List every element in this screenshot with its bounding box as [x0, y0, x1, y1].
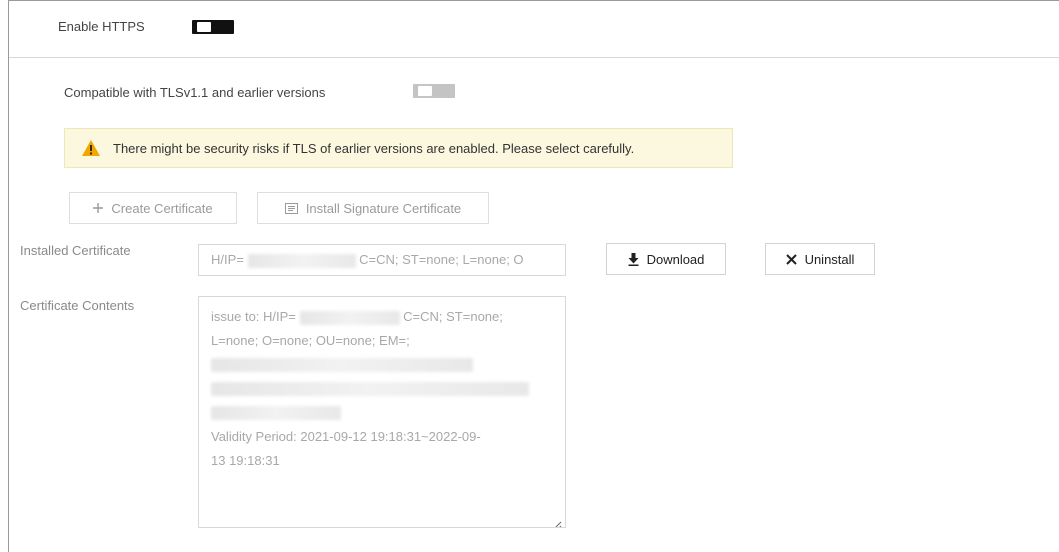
- installed-certificate-prefix: H/IP=: [211, 252, 244, 267]
- certificate-line: L=none; O=none; OU=none; EM=;: [211, 333, 410, 348]
- issue-to-prefix: issue to: H/IP=: [211, 309, 296, 324]
- redacted-ip: [247, 253, 356, 268]
- certificate-icon: [284, 202, 298, 214]
- create-certificate-label: Create Certificate: [111, 200, 213, 216]
- resize-grip-icon[interactable]: [552, 514, 562, 527]
- download-icon: [628, 252, 639, 266]
- redacted-line: [211, 377, 553, 401]
- installed-certificate-field[interactable]: H/IP= C=CN; ST=none; L=none; O: [198, 244, 566, 276]
- issue-to-suffix: C=CN; ST=none;: [403, 309, 503, 324]
- tls-warning-banner: There might be security risks if TLS of …: [64, 128, 733, 168]
- download-button[interactable]: Download: [606, 243, 726, 275]
- warning-triangle-icon: [81, 139, 101, 157]
- installed-certificate-suffix: C=CN; ST=none; L=none; O: [359, 252, 524, 267]
- tls-compat-toggle[interactable]: [413, 84, 455, 98]
- redacted-line: [211, 353, 553, 377]
- validity-period-line: Validity Period: 2021-09-12 19:18:31~202…: [211, 429, 481, 444]
- enable-https-label: Enable HTTPS: [58, 19, 145, 34]
- plus-icon: [93, 203, 104, 213]
- create-certificate-button[interactable]: Create Certificate: [69, 192, 237, 224]
- warning-text: There might be security risks if TLS of …: [113, 140, 635, 156]
- certificate-contents-label: Certificate Contents: [20, 298, 135, 313]
- install-signature-certificate-button[interactable]: Install Signature Certificate: [257, 192, 489, 224]
- installed-certificate-label: Installed Certificate: [20, 243, 131, 258]
- close-icon: [785, 253, 797, 265]
- tls-compat-label: Compatible with TLSv1.1 and earlier vers…: [64, 85, 326, 100]
- redacted-ip: [299, 310, 400, 325]
- certificate-contents-textarea[interactable]: issue to: H/IP= C=CN; ST=none; L=none; O…: [198, 296, 566, 528]
- uninstall-label: Uninstall: [804, 251, 855, 267]
- certificate-line: issue to: H/IP= C=CN; ST=none;: [211, 305, 553, 329]
- install-signature-label: Install Signature Certificate: [305, 200, 462, 216]
- enable-https-toggle[interactable]: [192, 20, 234, 34]
- validity-period-end-line: 13 19:18:31: [211, 453, 280, 468]
- redacted-line: [211, 401, 553, 425]
- uninstall-button[interactable]: Uninstall: [765, 243, 875, 275]
- section-divider: [9, 57, 1059, 58]
- download-label: Download: [646, 251, 705, 267]
